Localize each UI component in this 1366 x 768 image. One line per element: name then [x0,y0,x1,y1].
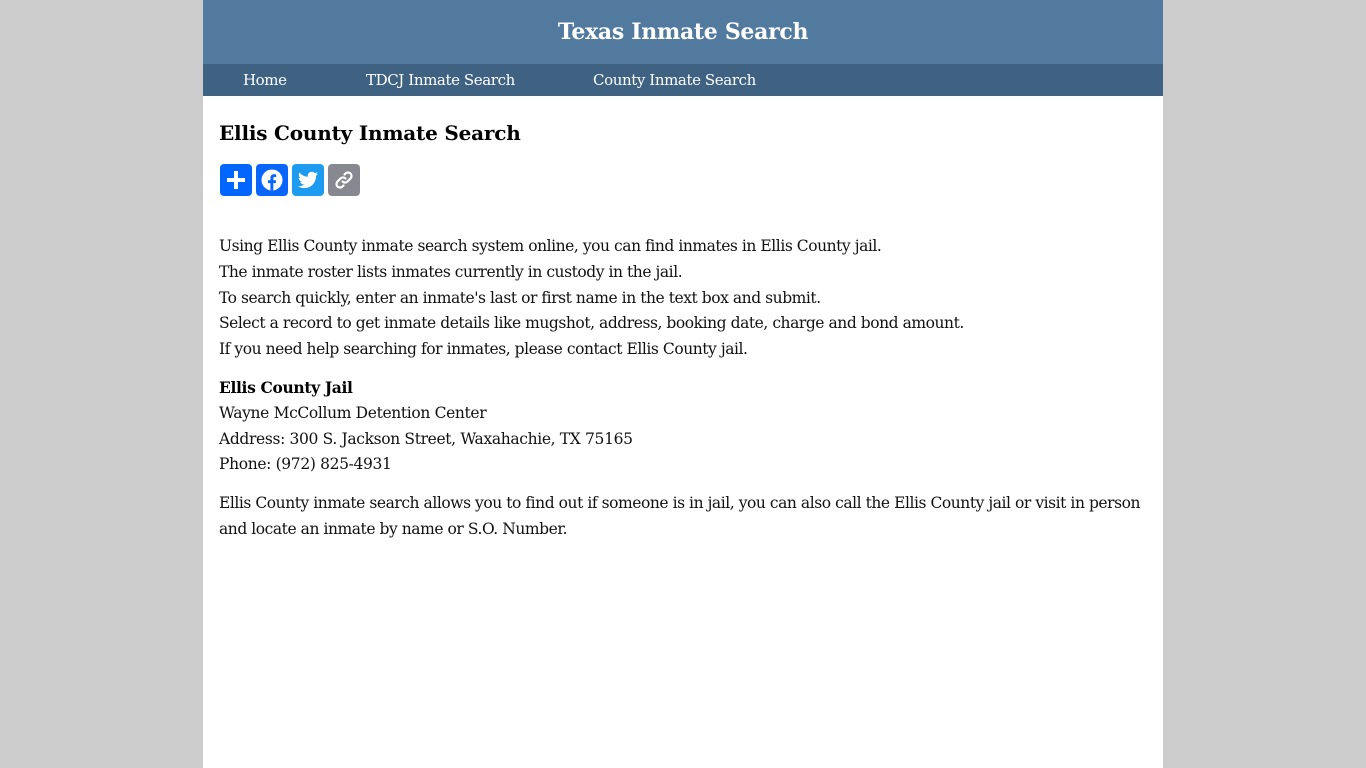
facebook-icon [261,169,283,191]
jail-info: Ellis County Jail Wayne McCollum Detenti… [219,375,633,478]
plus-icon [227,171,245,189]
jail-name: Ellis County Jail [219,378,353,397]
copy-link-button[interactable] [328,164,360,196]
page-title: Ellis County Inmate Search [219,121,521,145]
share-toolbar [220,164,360,196]
intro-line: Select a record to get inmate details li… [219,314,964,333]
jail-address: Address: 300 S. Jackson Street, Waxahach… [219,429,633,448]
nav-home[interactable]: Home [243,71,287,89]
intro-line: To search quickly, enter an inmate's las… [219,288,821,307]
nav-county-inmate-search[interactable]: County Inmate Search [593,71,756,89]
intro-text: Using Ellis County inmate search system … [219,234,964,363]
jail-phone: Phone: (972) 825-4931 [219,455,392,474]
facebook-share-button[interactable] [256,164,288,196]
twitter-share-button[interactable] [292,164,324,196]
intro-line: The inmate roster lists inmates currentl… [219,262,683,281]
intro-line: Using Ellis County inmate search system … [219,237,882,255]
site-title[interactable]: Texas Inmate Search [558,19,809,45]
intro-line: If you need help searching for inmates, … [219,340,748,359]
nav-tdcj-inmate-search[interactable]: TDCJ Inmate Search [366,71,515,89]
twitter-icon [298,171,318,189]
closing-paragraph: Ellis County inmate search allows you to… [219,494,1141,538]
site-header: Texas Inmate Search [203,0,1163,64]
share-button[interactable] [220,164,252,196]
jail-facility: Wayne McCollum Detention Center [219,403,487,422]
page-container: Texas Inmate Search Home TDCJ Inmate Sea… [203,0,1163,768]
link-icon [335,171,353,189]
main-nav: Home TDCJ Inmate Search County Inmate Se… [203,64,1163,96]
